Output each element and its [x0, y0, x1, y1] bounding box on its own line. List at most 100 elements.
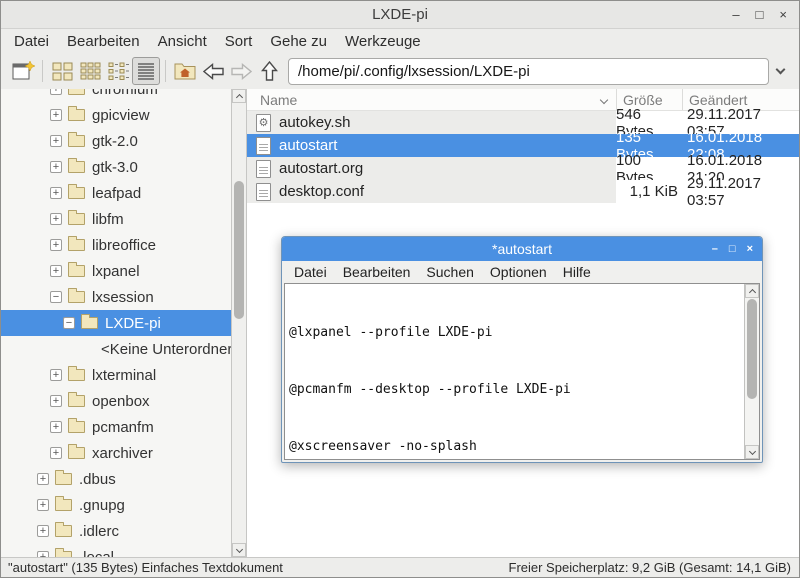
sidebar-item-gnupg[interactable]: + .gnupg: [1, 492, 231, 518]
editor-titlebar[interactable]: *autostart – □ ×: [282, 237, 762, 261]
status-free-space: Freier Speicherplatz: 9,2 GiB (Gesamt: 1…: [509, 560, 800, 575]
expander-plus-icon[interactable]: +: [50, 265, 62, 277]
close-icon[interactable]: ×: [747, 243, 753, 255]
thumbnail-view-button[interactable]: [76, 57, 104, 85]
scroll-up-button[interactable]: [232, 89, 246, 103]
statusbar: "autostart" (135 Bytes) Einfaches Textdo…: [1, 557, 799, 577]
editor-title: *autostart: [492, 241, 552, 257]
sidebar-item-label: gpicview: [92, 107, 150, 124]
directory-tree-sidebar: + chromium + gpicview + gtk-2.0 +: [1, 89, 231, 557]
menu-ansicht[interactable]: Ansicht: [149, 31, 216, 52]
editor-menu-datei[interactable]: Datei: [286, 263, 335, 281]
expander-minus-icon[interactable]: −: [63, 317, 75, 329]
scroll-down-button[interactable]: [232, 543, 246, 557]
expander-plus-icon[interactable]: +: [50, 161, 62, 173]
sidebar-item-pcmanfm[interactable]: + pcmanfm: [1, 414, 231, 440]
editor-menu-optionen[interactable]: Optionen: [482, 263, 555, 281]
back-button[interactable]: [199, 57, 227, 85]
scrollbar-thumb[interactable]: [234, 181, 244, 319]
new-tab-button[interactable]: [9, 57, 37, 85]
maximize-icon[interactable]: □: [756, 8, 764, 21]
expander-plus-icon[interactable]: +: [50, 239, 62, 251]
compact-view-button[interactable]: [104, 57, 132, 85]
minimize-icon[interactable]: –: [732, 8, 739, 21]
sidebar-item-gtk-3-0[interactable]: + gtk-3.0: [1, 154, 231, 180]
text-file-icon: [256, 183, 271, 201]
expander-minus-icon[interactable]: −: [50, 291, 62, 303]
menu-gehe-zu[interactable]: Gehe zu: [261, 31, 336, 52]
sidebar-item-leafpad[interactable]: + leafpad: [1, 180, 231, 206]
detailed-list-view-button[interactable]: [132, 57, 160, 85]
menu-bearbeiten[interactable]: Bearbeiten: [58, 31, 149, 52]
expander-plus-icon[interactable]: +: [50, 109, 62, 121]
path-input[interactable]: /home/pi/.config/lxsession/LXDE-pi: [288, 58, 769, 85]
sidebar-item-xarchiver[interactable]: + xarchiver: [1, 440, 231, 466]
expander-plus-icon[interactable]: +: [50, 187, 62, 199]
up-arrow-icon: [261, 61, 278, 81]
expander-plus-icon[interactable]: +: [50, 421, 62, 433]
folder-icon: [68, 187, 85, 199]
menu-datei[interactable]: Datei: [5, 31, 58, 52]
sidebar-item-chromium[interactable]: + chromium: [1, 89, 231, 102]
expander-plus-icon[interactable]: +: [50, 213, 62, 225]
expander-plus-icon[interactable]: +: [50, 89, 62, 95]
sidebar-item-dbus[interactable]: + .dbus: [1, 466, 231, 492]
sidebar-item-libfm[interactable]: + libfm: [1, 206, 231, 232]
sidebar-item-openbox[interactable]: + openbox: [1, 388, 231, 414]
sidebar-scrollbar[interactable]: [231, 89, 247, 557]
sidebar-item-lxsession[interactable]: − lxsession: [1, 284, 231, 310]
scrollbar-thumb[interactable]: [747, 299, 757, 399]
menu-sort[interactable]: Sort: [216, 31, 262, 52]
expander-plus-icon[interactable]: +: [50, 135, 62, 147]
folder-icon: [68, 239, 85, 251]
editor-scrollbar[interactable]: [744, 284, 759, 459]
sidebar-item-lxterminal[interactable]: + lxterminal: [1, 362, 231, 388]
window-title: LXDE-pi: [372, 6, 428, 23]
menu-werkzeuge[interactable]: Werkzeuge: [336, 31, 430, 52]
directory-tree: + chromium + gpicview + gtk-2.0 +: [1, 89, 231, 557]
status-selection-info: "autostart" (135 Bytes) Einfaches Textdo…: [1, 560, 509, 575]
file-row-desktop-conf[interactable]: desktop.conf 1,1 KiB 29.11.2017 03:57: [247, 180, 799, 203]
window-controls: – □ ×: [732, 1, 787, 28]
forward-button[interactable]: [227, 57, 255, 85]
editor-menu-suchen[interactable]: Suchen: [418, 263, 481, 281]
icon-view-button[interactable]: [48, 57, 76, 85]
sidebar-item-label: <Keine Unterordner>: [101, 341, 231, 358]
sidebar-item-lxde-pi[interactable]: − LXDE-pi: [1, 310, 231, 336]
folder-icon: [68, 369, 85, 381]
scroll-down-button[interactable]: [745, 445, 759, 459]
menubar: Datei Bearbeiten Ansicht Sort Gehe zu We…: [1, 29, 799, 53]
folder-icon: [68, 395, 85, 407]
sidebar-item-label: .dbus: [79, 471, 116, 488]
scroll-up-button[interactable]: [745, 284, 759, 298]
file-manager-window: LXDE-pi – □ × Datei Bearbeiten Ansicht S…: [0, 0, 800, 578]
scroll-down-icon: [235, 545, 242, 552]
sidebar-item-local[interactable]: + .local: [1, 544, 231, 557]
expander-plus-icon[interactable]: +: [37, 525, 49, 537]
path-dropdown-button[interactable]: [769, 69, 791, 73]
sidebar-item-idlerc[interactable]: + .idlerc: [1, 518, 231, 544]
sidebar-item-gtk-2-0[interactable]: + gtk-2.0: [1, 128, 231, 154]
maximize-icon[interactable]: □: [729, 243, 736, 255]
sidebar-item-libreoffice[interactable]: + libreoffice: [1, 232, 231, 258]
sidebar-item-gpicview[interactable]: + gpicview: [1, 102, 231, 128]
titlebar[interactable]: LXDE-pi – □ ×: [1, 1, 799, 29]
up-button[interactable]: [255, 57, 283, 85]
folder-icon: [68, 109, 85, 121]
sidebar-item-label: pcmanfm: [92, 419, 154, 436]
file-name: autostart: [279, 137, 337, 154]
column-header-name[interactable]: Name: [247, 89, 616, 110]
close-icon[interactable]: ×: [779, 8, 787, 21]
editor-menu-hilfe[interactable]: Hilfe: [555, 263, 599, 281]
editor-window-controls: – □ ×: [712, 237, 753, 261]
expander-plus-icon[interactable]: +: [37, 499, 49, 511]
home-button[interactable]: [171, 57, 199, 85]
editor-menu-bearbeiten[interactable]: Bearbeiten: [335, 263, 419, 281]
expander-plus-icon[interactable]: +: [50, 395, 62, 407]
expander-plus-icon[interactable]: +: [37, 473, 49, 485]
editor-text-area[interactable]: @lxpanel --profile LXDE-pi @pcmanfm --de…: [285, 284, 744, 459]
sidebar-item-lxpanel[interactable]: + lxpanel: [1, 258, 231, 284]
minimize-icon[interactable]: –: [712, 243, 718, 255]
expander-plus-icon[interactable]: +: [50, 447, 62, 459]
expander-plus-icon[interactable]: +: [50, 369, 62, 381]
